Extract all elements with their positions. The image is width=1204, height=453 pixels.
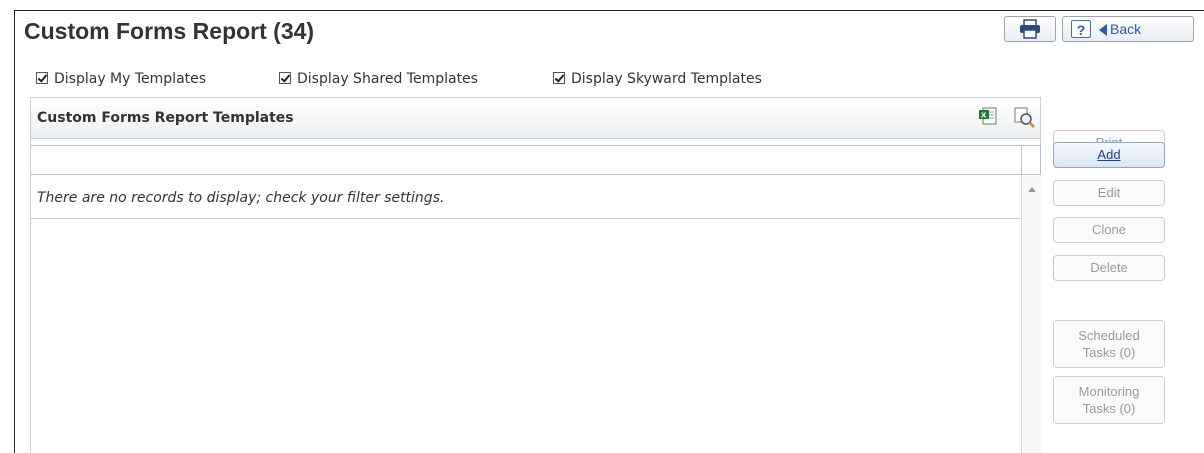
filter-skyward-templates[interactable]: Display Skyward Templates (553, 71, 762, 87)
add-button[interactable]: Add (1053, 142, 1165, 168)
edit-button[interactable]: Edit (1053, 180, 1165, 206)
column-header-row (31, 145, 1021, 175)
back-button[interactable]: Back (1110, 21, 1141, 37)
filter-shared-templates[interactable]: Display Shared Templates (279, 71, 478, 87)
help-button[interactable]: ? (1071, 20, 1091, 38)
column-chooser[interactable] (1021, 145, 1041, 175)
delete-button[interactable]: Delete (1053, 255, 1165, 281)
monitoring-tasks-label: Monitoring (1078, 384, 1140, 399)
print-button[interactable] (1004, 16, 1056, 42)
print-preview-icon[interactable] (1013, 106, 1035, 128)
panel-header: Custom Forms Report Templates X (31, 98, 1040, 139)
help-back-group: ? Back (1062, 16, 1194, 42)
scheduled-tasks-button[interactable]: Scheduled Tasks (0) (1053, 320, 1165, 368)
excel-export-icon[interactable]: X (979, 107, 997, 125)
filter-label: Display Shared Templates (297, 71, 478, 87)
templates-panel: Custom Forms Report Templates X There ar… (30, 97, 1042, 453)
checkbox-icon[interactable] (279, 72, 291, 84)
filter-label: Display Skyward Templates (571, 71, 762, 87)
clone-button[interactable]: Clone (1053, 217, 1165, 243)
filter-label: Display My Templates (54, 71, 207, 87)
scroll-up-icon[interactable] (1028, 187, 1036, 192)
monitoring-tasks-count: Tasks (0) (1082, 401, 1136, 416)
back-arrow-icon (1099, 24, 1107, 36)
checkbox-icon[interactable] (36, 72, 48, 84)
panel-title: Custom Forms Report Templates (37, 110, 294, 126)
page-title: Custom Forms Report (34) (24, 18, 315, 44)
filter-my-templates[interactable]: Display My Templates (36, 71, 206, 87)
monitoring-tasks-button[interactable]: Monitoring Tasks (0) (1053, 376, 1165, 424)
empty-records-row: There are no records to display; check y… (31, 175, 1021, 219)
checkbox-icon[interactable] (553, 72, 565, 84)
printer-icon (1020, 19, 1040, 39)
vertical-scrollbar[interactable] (1021, 175, 1042, 453)
scheduled-tasks-count: Tasks (0) (1082, 345, 1136, 360)
scheduled-tasks-label: Scheduled (1078, 328, 1140, 343)
empty-message: There are no records to display; check y… (37, 190, 445, 206)
svg-text:X: X (981, 112, 987, 120)
